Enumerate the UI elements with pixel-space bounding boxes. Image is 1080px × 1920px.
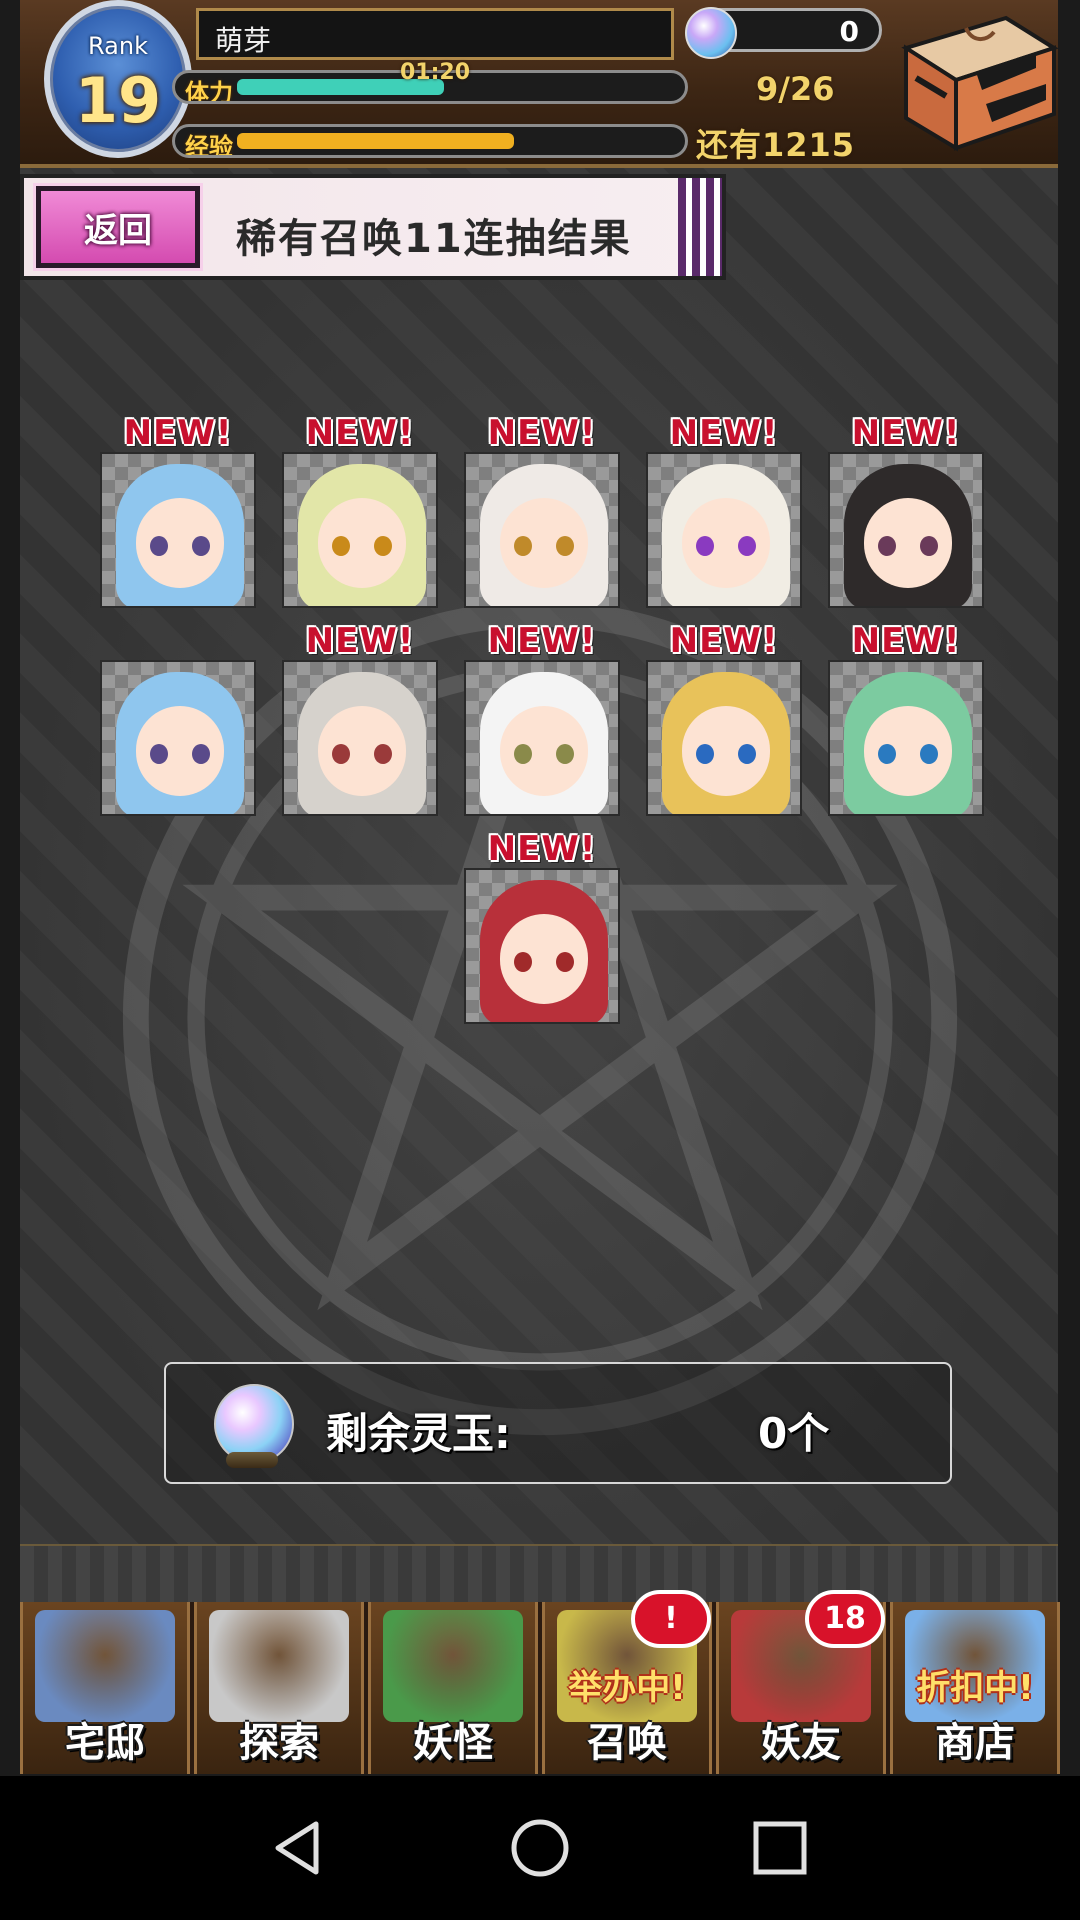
new-badge: NEW! [851, 621, 961, 661]
new-badge: NEW! [487, 621, 597, 661]
remaining-orbs-label: 剩余灵玉: [326, 1409, 511, 1458]
character-card[interactable] [646, 660, 802, 816]
stamina-timer: 01:20 [400, 60, 471, 85]
character-eye [556, 744, 574, 764]
nav-item-shop[interactable]: 折扣中! 商店 [890, 1602, 1060, 1774]
character-card[interactable] [828, 660, 984, 816]
character-card[interactable] [464, 660, 620, 816]
nav-item-label: 召唤 [587, 1720, 667, 1766]
game-screen: Rank 19 萌芽 体力 01:20 9/26 经验 还有1215 0 返回 … [0, 0, 1080, 1920]
character-card[interactable] [646, 452, 802, 608]
treasure-chest-icon[interactable] [886, 8, 1058, 156]
nav-item-label: 商店 [935, 1720, 1015, 1766]
character-eye [332, 744, 350, 764]
nav-item-summon[interactable]: 举办中! 召唤! [542, 1590, 712, 1774]
rank-value: 19 [74, 64, 162, 137]
character-card[interactable] [282, 660, 438, 816]
nav-item-yokai[interactable]: 妖怪 [368, 1602, 538, 1774]
new-badge: NEW! [487, 413, 597, 453]
character-eye [696, 744, 714, 764]
rank-label: Rank [88, 32, 148, 60]
page-title: 稀有召唤11连抽结果 [236, 216, 632, 262]
new-badge: NEW! [487, 829, 597, 869]
stamina-label: 体力 [185, 79, 233, 104]
bottom-navigation: 宅邸 探索 妖怪 举办中! 召唤! 妖友 18 折扣中! 商店 [20, 1590, 1060, 1774]
nav-item-label: 宅邸 [65, 1720, 145, 1766]
spirit-orb-counter[interactable]: 0 [685, 7, 882, 59]
character-eye [150, 536, 168, 556]
character-eye [192, 744, 210, 764]
character-eye [514, 536, 532, 556]
exp-remaining: 还有1215 [696, 126, 856, 164]
recents-square-icon[interactable] [748, 1816, 812, 1880]
player-name: 萌芽 [215, 24, 272, 57]
character-eye [514, 952, 532, 972]
banner-stripe [678, 178, 722, 276]
exp-bar: 经验 [172, 124, 688, 158]
character-eye [738, 536, 756, 556]
notification-badge: ! [631, 1590, 711, 1648]
yokai-icon [383, 1610, 523, 1722]
character-eye [514, 744, 532, 764]
new-badge: NEW! [123, 413, 233, 453]
character-eye [556, 952, 574, 972]
player-name-box: 萌芽 [196, 8, 674, 60]
new-badge: NEW! [669, 621, 779, 661]
nav-item-label: 探索 [239, 1720, 319, 1766]
nav-item-label: 妖怪 [413, 1720, 493, 1766]
top-hud: Rank 19 萌芽 体力 01:20 9/26 经验 还有1215 0 [20, 0, 1058, 168]
spirit-orb-icon [685, 7, 737, 59]
back-triangle-icon[interactable] [268, 1816, 332, 1880]
character-eye [332, 536, 350, 556]
nav-item-status: 折扣中! [916, 1668, 1034, 1708]
character-card[interactable] [100, 660, 256, 816]
orb-stand [226, 1452, 278, 1468]
character-card[interactable] [464, 868, 620, 1024]
rank-badge[interactable]: Rank 19 [44, 0, 192, 158]
character-card[interactable] [100, 452, 256, 608]
character-eye [878, 536, 896, 556]
new-badge: NEW! [851, 413, 961, 453]
character-eye [696, 536, 714, 556]
result-panel: 返回 稀有召唤11连抽结果 NEW! NEW! NEW! NEW! NEW! NEW! NE… [20, 168, 1058, 1544]
title-banner: 返回 稀有召唤11连抽结果 [20, 174, 726, 280]
character-eye [192, 536, 210, 556]
exp-label: 经验 [185, 133, 233, 158]
explore-icon [209, 1610, 349, 1722]
back-button[interactable]: 返回 [33, 183, 203, 271]
android-navigation-bar [0, 1776, 1080, 1920]
new-badge: NEW! [305, 621, 415, 661]
stamina-count: 9/26 [756, 70, 835, 108]
remaining-orbs-value: 0个 [758, 1409, 830, 1458]
nav-item-home[interactable]: 宅邸 [20, 1602, 190, 1774]
character-eye [556, 536, 574, 556]
character-eye [878, 744, 896, 764]
exp-bar-fill [237, 133, 514, 149]
character-eye [738, 744, 756, 764]
character-eye [920, 744, 938, 764]
nav-item-explore[interactable]: 探索 [194, 1602, 364, 1774]
character-eye [374, 744, 392, 764]
character-card[interactable] [282, 452, 438, 608]
character-eye [150, 744, 168, 764]
nav-item-label: 妖友 [761, 1720, 841, 1766]
notification-badge: 18 [805, 1590, 885, 1648]
spirit-orb-count: 0 [839, 15, 859, 48]
character-eye [920, 536, 938, 556]
character-card[interactable] [464, 452, 620, 608]
nav-item-friends[interactable]: 妖友 18 [716, 1590, 886, 1774]
home-circle-icon[interactable] [508, 1816, 572, 1880]
character-eye [374, 536, 392, 556]
nav-item-status: 举办中! [568, 1668, 686, 1708]
new-badge: NEW! [305, 413, 415, 453]
nav-divider-strip [20, 1544, 1058, 1604]
character-card[interactable] [828, 452, 984, 608]
new-badge: NEW! [669, 413, 779, 453]
remaining-orbs-panel: 剩余灵玉: 0个 [164, 1362, 952, 1484]
home-icon [35, 1610, 175, 1722]
